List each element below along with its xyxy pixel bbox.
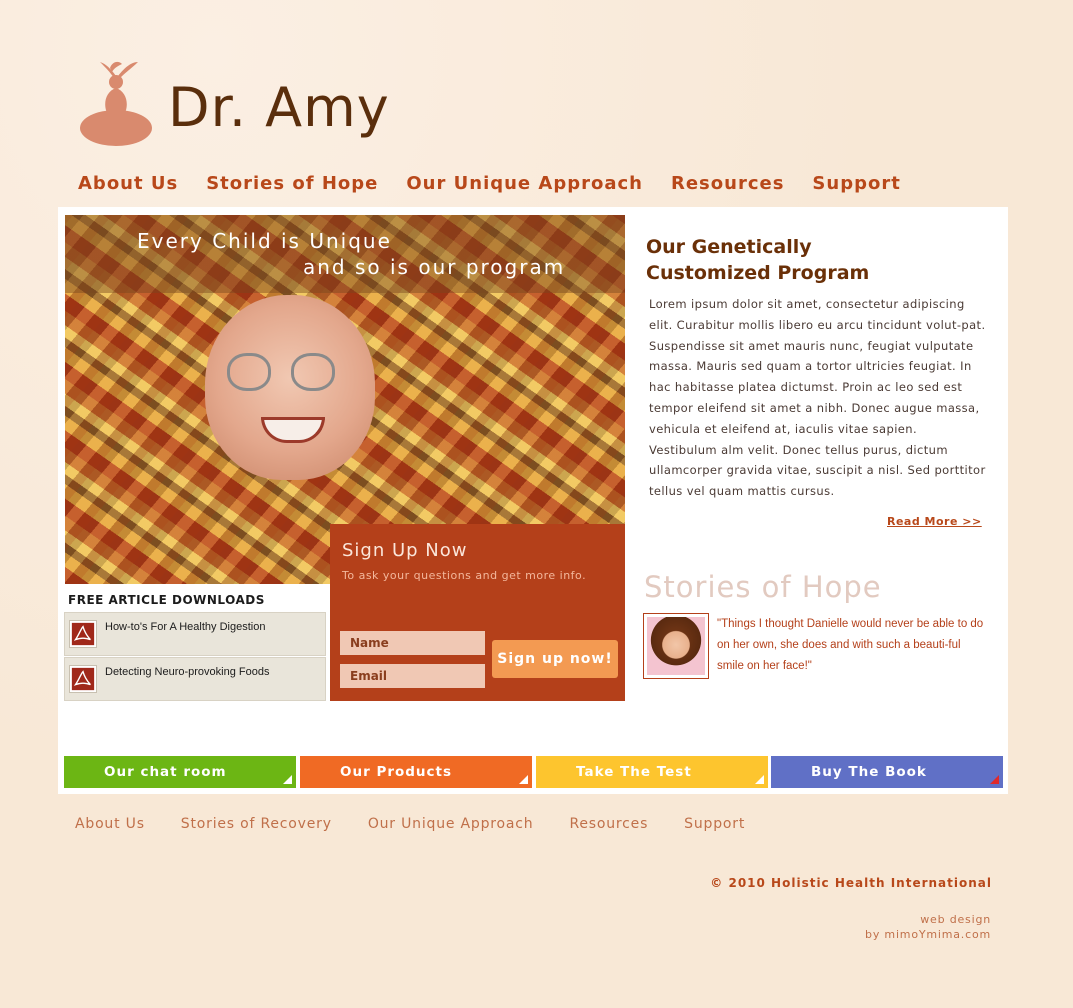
design-credit[interactable]: web design by mimoYmima.com [865, 912, 991, 942]
tile-label: Our Products [340, 764, 453, 780]
credit-line: web design [920, 913, 991, 926]
buy-book-button[interactable]: Buy The Book [771, 756, 1003, 788]
corner-arrow-icon [519, 775, 528, 784]
story-photo[interactable] [643, 613, 709, 679]
hero-caption-band [65, 215, 625, 293]
corner-arrow-icon [283, 775, 292, 784]
nav-resources[interactable]: Resources [671, 173, 784, 194]
signup-subtitle: To ask your questions and get more info. [342, 569, 587, 582]
child-face-image [205, 295, 375, 480]
program-description: Lorem ipsum dolor sit amet, consectetur … [649, 297, 986, 499]
nav-stories-of-hope[interactable]: Stories of Hope [206, 173, 378, 194]
download-item[interactable]: How-to's For A Healthy Digestion [64, 612, 326, 656]
downloads-heading: FREE ARTICLE DOWNLOADS [68, 593, 265, 607]
sign-up-button[interactable]: Sign up now! [492, 640, 618, 678]
signup-title: Sign Up Now [342, 540, 468, 561]
footer-nav-support[interactable]: Support [684, 816, 745, 832]
dr-amy-logo-icon[interactable] [76, 58, 156, 150]
pdf-icon [69, 620, 97, 648]
download-item-label: Detecting Neuro-provoking Foods [105, 666, 270, 678]
signup-box: Sign Up Now To ask your questions and ge… [330, 524, 625, 701]
corner-arrow-icon [755, 775, 764, 784]
download-item-label: How-to's For A Healthy Digestion [105, 621, 266, 633]
footer-nav-about-us[interactable]: About Us [75, 816, 145, 832]
read-more-link[interactable]: Read More >> [887, 515, 982, 528]
site-title[interactable]: Dr. Amy [168, 76, 390, 139]
nav-about-us[interactable]: About Us [78, 173, 178, 194]
products-button[interactable]: Our Products [300, 756, 532, 788]
chat-room-button[interactable]: Our chat room [64, 756, 296, 788]
name-input[interactable] [340, 631, 485, 655]
stories-heading: Stories of Hope [644, 570, 882, 604]
footer-nav-resources[interactable]: Resources [569, 816, 648, 832]
nav-our-unique-approach[interactable]: Our Unique Approach [406, 173, 643, 194]
story-quote: "Things I thought Danielle would never b… [717, 618, 984, 672]
footer-navigation: About Us Stories of Recovery Our Unique … [75, 816, 781, 832]
girl-portrait-image [647, 617, 705, 675]
email-input[interactable] [340, 664, 485, 688]
copyright-text: © 2010 Holistic Health International [710, 876, 992, 890]
footer-nav-our-unique-approach[interactable]: Our Unique Approach [368, 816, 534, 832]
top-navigation: About Us Stories of Hope Our Unique Appr… [78, 173, 929, 194]
hero-headline: Every Child is Unique [137, 229, 392, 253]
pdf-icon [69, 665, 97, 693]
tile-label: Take The Test [576, 764, 692, 780]
program-heading: Our Genetically Customized Program [646, 236, 870, 284]
tile-label: Buy The Book [811, 764, 927, 780]
tile-label: Our chat room [104, 764, 227, 780]
download-item[interactable]: Detecting Neuro-provoking Foods [64, 657, 326, 701]
take-test-button[interactable]: Take The Test [536, 756, 768, 788]
nav-support[interactable]: Support [812, 173, 900, 194]
hero-subheadline: and so is our program [303, 255, 566, 279]
corner-arrow-icon [990, 775, 999, 784]
footer-nav-stories-of-recovery[interactable]: Stories of Recovery [181, 816, 332, 832]
credit-link[interactable]: by mimoYmima.com [865, 927, 991, 942]
